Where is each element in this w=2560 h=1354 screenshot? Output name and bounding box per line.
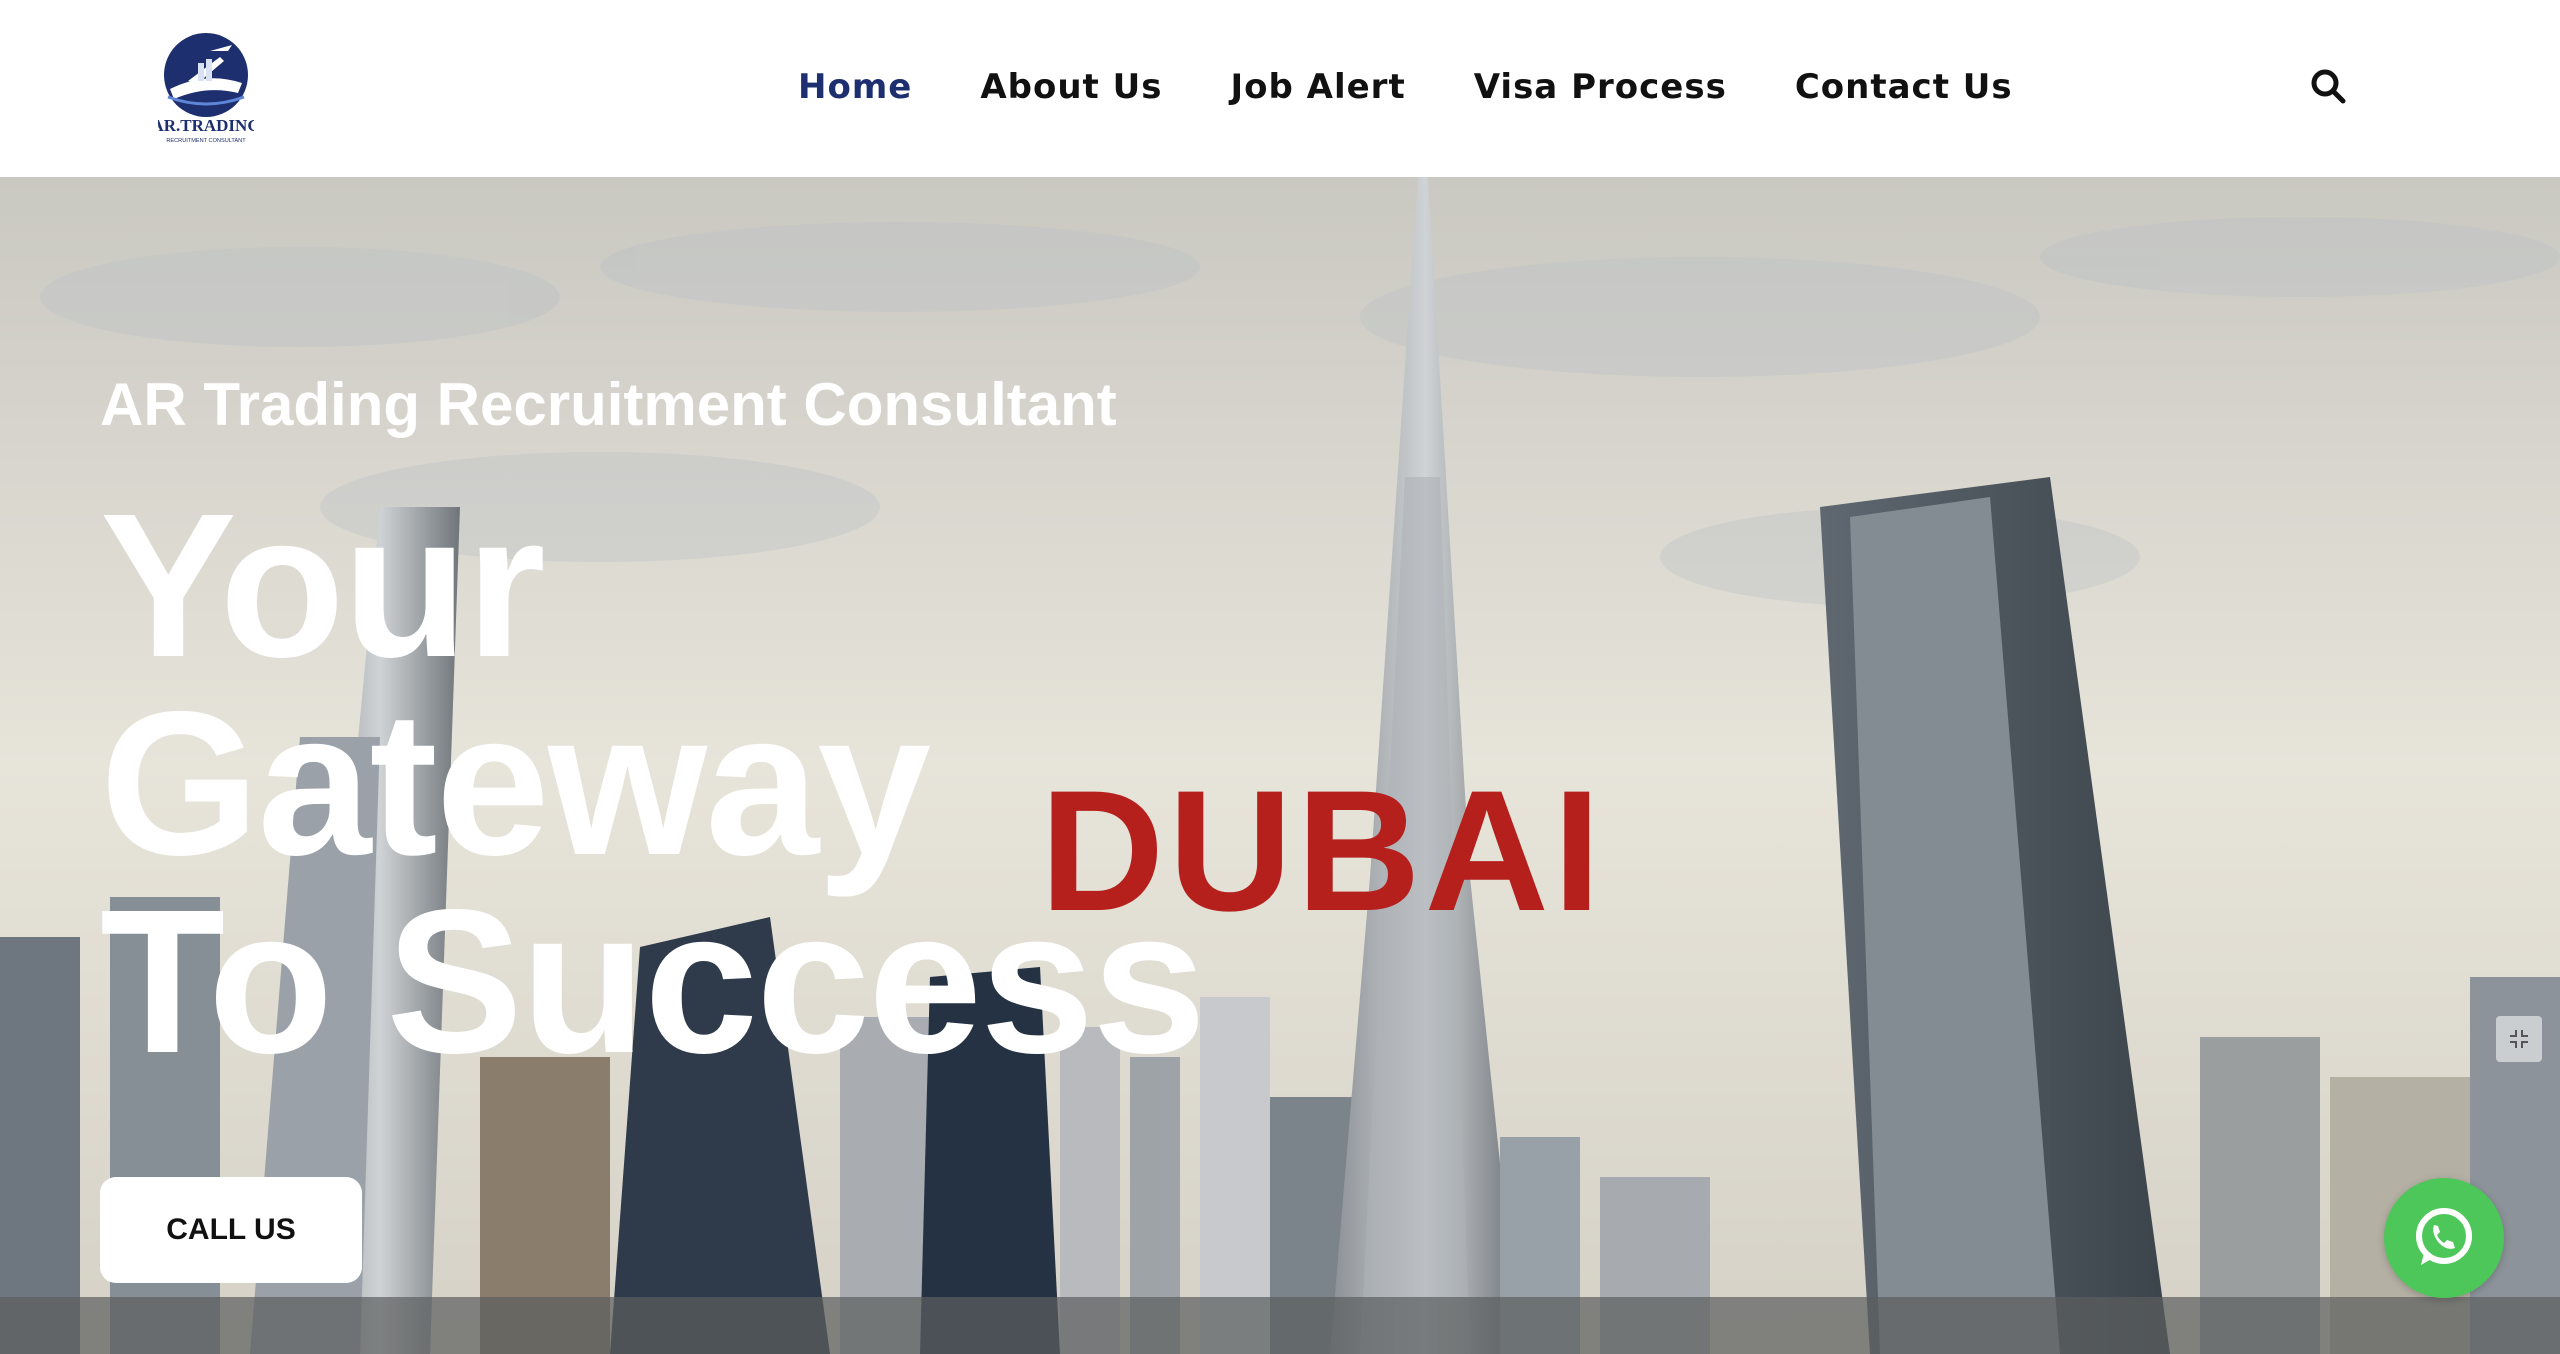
search-button[interactable] <box>2310 68 2348 106</box>
hero-title: Your Gateway To Success <box>100 471 1206 1096</box>
nav-item-visa-process[interactable]: Visa Process <box>1474 67 1727 107</box>
nav-item-home[interactable]: Home <box>798 67 912 107</box>
city-word: DUBAI <box>1040 755 1605 947</box>
nav-item-about-us[interactable]: About Us <box>980 67 1162 107</box>
nav-item-contact-us[interactable]: Contact Us <box>1795 67 2013 107</box>
whatsapp-icon <box>2416 1208 2472 1265</box>
logo-emblem: AR.TRADING RECRUITMENT CONSULTANT <box>158 33 254 144</box>
logo-text: AR.TRADING <box>158 116 254 135</box>
nav-item-job-alert[interactable]: Job Alert <box>1230 67 1405 107</box>
hero-eyebrow: AR Trading Recruitment Consultant <box>100 371 1117 438</box>
whatsapp-button[interactable] <box>2384 1178 2504 1298</box>
company-logo[interactable]: AR.TRADING RECRUITMENT CONSULTANT <box>158 31 254 145</box>
expand-button[interactable] <box>2496 1016 2542 1062</box>
hero-title-line-1: Your <box>100 471 546 700</box>
hero-title-line-2: Gateway <box>100 669 931 898</box>
expand-icon <box>2510 1030 2528 1048</box>
main-nav: Home About Us Job Alert Visa Process Con… <box>798 62 2013 112</box>
call-us-button[interactable]: CALL US <box>100 1177 362 1283</box>
hero-title-line-3: To Success <box>100 867 1206 1096</box>
logo-tagline: RECRUITMENT CONSULTANT <box>166 138 246 144</box>
site-header: AR.TRADING RECRUITMENT CONSULTANT Home A… <box>0 0 2560 177</box>
hero-section: AR Trading Recruitment Consultant Your G… <box>0 177 2560 1354</box>
search-icon <box>2311 69 2346 104</box>
